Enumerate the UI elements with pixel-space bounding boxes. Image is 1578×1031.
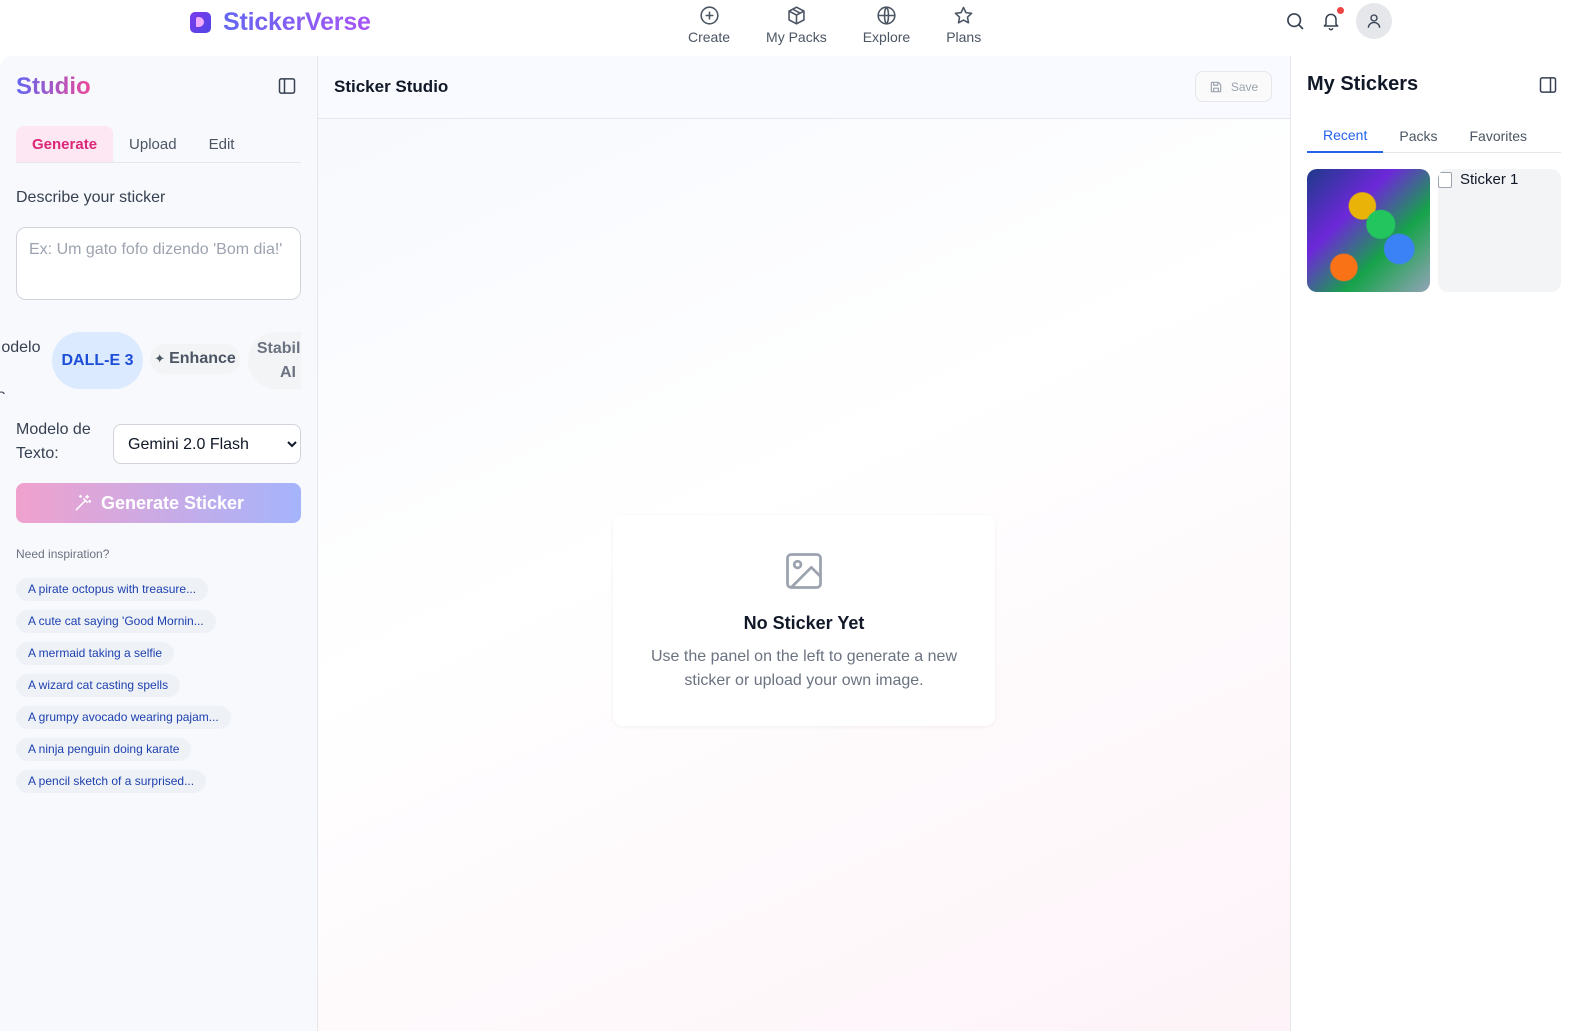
suggestion-chip[interactable]: A mermaid taking a selfie (16, 642, 175, 665)
inspiration-label: Need inspiration? (16, 547, 110, 561)
studio-panel: Studio Generate Upload Edit Describe you… (0, 56, 318, 1031)
tab-generate[interactable]: Generate (16, 126, 114, 162)
save-icon (1210, 81, 1222, 92)
canvas-title: Sticker Studio (334, 77, 449, 96)
suggestion-chip[interactable]: A ninja penguin doing karate (16, 738, 192, 761)
sticker-alt-text: Sticker 1 (1460, 171, 1519, 188)
image-placeholder-icon (786, 553, 822, 589)
star-icon (954, 6, 973, 24)
suggestion-chip[interactable]: A wizard cat casting spells (16, 674, 181, 697)
nav-explore-label: Explore (862, 29, 911, 45)
my-stickers-panel: My Stickers Recent Packs Favorites Stick… (1290, 56, 1578, 1031)
main-nav: Create My Packs Explore Plans (670, 0, 999, 50)
canvas-header: Sticker Studio Save (318, 56, 1290, 119)
sticker-grid: Sticker 1 (1307, 169, 1561, 292)
broken-image-alt: Sticker 1 (1438, 171, 1518, 188)
prompt-label: Describe your sticker (16, 189, 166, 206)
my-stickers-title: My Stickers (1307, 73, 1419, 95)
generate-sticker-label: Generate Sticker (100, 492, 245, 513)
nav-explore[interactable]: Explore (845, 0, 928, 50)
prompt-input[interactable] (16, 227, 301, 300)
tab-packs[interactable]: Packs (1383, 118, 1453, 153)
empty-state-title: No Sticker Yet (743, 613, 865, 633)
suggestion-chip[interactable]: A cute cat saying 'Good Mornin... (16, 610, 216, 633)
brand-name: StickerVerse (223, 8, 371, 36)
package-icon (788, 6, 805, 25)
suggestion-chip[interactable]: A pirate octopus with treasure... (16, 578, 209, 601)
notification-dot (1337, 7, 1344, 14)
avatar-button[interactable] (1356, 3, 1392, 39)
studio-tabs: Generate Upload Edit (16, 126, 301, 163)
search-icon (1287, 13, 1304, 30)
sticker-thumbnail[interactable] (1307, 169, 1430, 292)
suggestion-chip[interactable]: A pencil sketch of a surprised... (16, 770, 207, 793)
my-stickers-tabs: Recent Packs Favorites (1307, 118, 1561, 153)
tab-recent[interactable]: Recent (1307, 118, 1384, 153)
brand[interactable]: StickerVerse (190, 8, 371, 37)
sticker-thumbnail-broken[interactable]: Sticker 1 (1438, 169, 1561, 292)
text-model-select[interactable]: Gemini 2.0 Flash (113, 424, 301, 464)
nav-create[interactable]: Create (670, 0, 748, 50)
save-label: Save (1230, 79, 1259, 94)
enhance-label: Enhance (169, 350, 236, 367)
globe-icon (877, 6, 896, 25)
studio-title: Studio (16, 73, 91, 100)
suggestion-chip[interactable]: A grumpy avocado wearing pajam... (16, 706, 231, 729)
text-model-label: Modelo de Texto: (16, 421, 91, 462)
sidebar-toggle-icon[interactable] (277, 76, 297, 96)
empty-state-description: Use the panel on the left to generate a … (651, 648, 957, 689)
sparkle-icon: ✦ (154, 351, 166, 366)
tab-favorites[interactable]: Favorites (1453, 118, 1543, 153)
top-navbar: StickerVerse Create My Packs Explore Pla… (0, 0, 1578, 56)
sticker-canvas-area: Sticker Studio Save No Sticker Yet Use t… (318, 56, 1290, 1031)
generate-sticker-button[interactable]: Generate Sticker (16, 483, 301, 523)
user-icon (1367, 14, 1381, 28)
brand-logo-icon (190, 12, 211, 33)
magic-wand-icon (75, 494, 92, 511)
model-chip-dalle[interactable]: DALL-E 3 (52, 332, 143, 389)
model-chip-stability[interactable]: Stability AI (248, 332, 301, 389)
notifications-button[interactable] (1320, 7, 1344, 32)
suggestion-list: A pirate octopus with treasure... A cute… (16, 578, 231, 793)
nav-create-label: Create (688, 29, 731, 45)
nav-my-packs[interactable]: My Packs (748, 0, 845, 50)
empty-state-card: No Sticker Yet Use the panel on the left… (613, 515, 995, 726)
header-actions (1284, 3, 1392, 39)
nav-plans[interactable]: Plans (928, 0, 999, 50)
save-button[interactable]: Save (1195, 71, 1272, 102)
broken-image-icon (1438, 171, 1452, 188)
search-button[interactable] (1284, 10, 1306, 32)
image-model-label: Modelo de Imagem: (0, 339, 41, 394)
bell-icon (1323, 13, 1339, 31)
enhance-chip[interactable]: ✦ Enhance (150, 344, 240, 374)
plus-circle-icon (699, 6, 719, 25)
nav-plans-label: Plans (946, 29, 982, 45)
sidebar-toggle-icon[interactable] (1538, 75, 1558, 95)
nav-my-packs-label: My Packs (766, 29, 827, 45)
tab-upload[interactable]: Upload (113, 126, 193, 162)
tab-edit[interactable]: Edit (193, 126, 251, 162)
image-model-selector: Modelo de Imagem: DALL-E 3 ✦Enhance Stab… (0, 324, 301, 394)
